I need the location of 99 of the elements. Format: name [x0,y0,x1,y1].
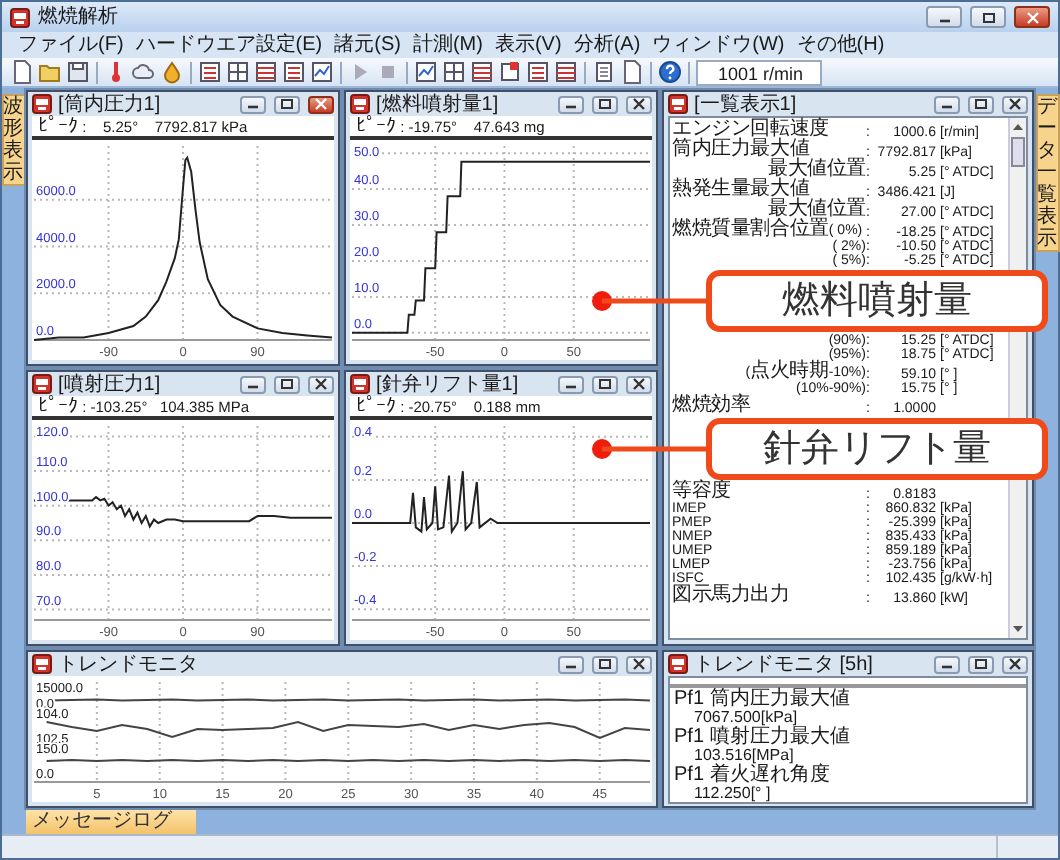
menu-item[interactable]: 表示(V) [494,34,562,56]
close-button[interactable] [1002,95,1028,113]
close-button[interactable] [626,655,652,673]
app-icon [32,94,52,114]
window-title: [一覧表示1] [694,93,799,115]
close-icon [1004,96,1026,112]
minimize-button[interactable] [240,95,266,113]
window-title: [針弁リフト量1] [376,373,521,395]
close-button[interactable] [1002,655,1028,673]
maximize-button[interactable] [592,655,618,673]
menu-item[interactable]: その他(H) [796,34,885,56]
leader-line [592,291,706,311]
minimize-button[interactable] [558,375,584,393]
maximize-button[interactable] [592,375,618,393]
speed-field[interactable]: 1001 r/min [696,59,822,85]
close-icon [310,376,332,392]
flag-icon[interactable] [498,60,522,84]
callout-label: 針弁リフト量 [706,418,1048,480]
window-icon[interactable] [282,60,306,84]
document-icon[interactable] [592,60,616,84]
grid-icon[interactable] [442,60,466,84]
close-icon [1004,656,1026,672]
maximize-icon [276,96,298,112]
close-icon [310,96,332,112]
maximize-icon [594,96,616,112]
maximize-button[interactable] [592,95,618,113]
grid-icon[interactable] [226,60,250,84]
minimize-button[interactable] [558,95,584,113]
window-title: トレンドモニタ [5h] [694,653,875,675]
minimize-button[interactable] [934,655,960,673]
close-icon [1021,9,1043,25]
list-label: 図示馬力出力 [672,586,792,606]
window-icon[interactable] [198,60,222,84]
maximize-icon [594,656,616,672]
table-icon[interactable] [554,60,578,84]
table-icon[interactable] [254,60,278,84]
table-icon[interactable] [470,60,494,84]
maximize-button[interactable] [968,655,994,673]
list-label: 最大値位置 [767,200,866,220]
side-tab[interactable]: データ一覧表示 [1035,94,1059,252]
close-button[interactable] [626,375,652,393]
close-button[interactable] [308,375,334,393]
maximize-button[interactable] [968,95,994,113]
list-label: エンジン回転速度 [672,120,831,140]
window-icon[interactable] [526,60,550,84]
list-label: 筒内圧力最大値 [672,140,810,160]
leader-line [592,439,706,459]
close-button[interactable] [1014,6,1050,28]
maximize-button[interactable] [274,375,300,393]
close-icon [628,656,650,672]
menu-item[interactable]: 計測(M) [412,34,483,56]
cloud-icon[interactable] [132,60,156,84]
list-label: 最大値位置 [767,160,866,180]
window-title: トレンドモニタ [58,653,200,675]
maximize-icon [276,376,298,392]
list-label: 等容度 [672,482,733,502]
close-icon [628,376,650,392]
trend-value: 7067.500[kPa] [692,710,800,726]
maximize-icon [970,96,992,112]
save-icon[interactable] [66,60,90,84]
help-icon[interactable] [658,60,682,84]
trend-label: Pf1 着火遅れ角度 [674,765,832,786]
menu-item[interactable]: ハードウエア設定(E) [135,34,323,56]
maximize-icon [977,9,999,25]
menu-item[interactable]: ウィンドウ(W) [652,34,785,56]
app-icon [350,374,370,394]
trend-value: 103.516[MPa] [692,747,796,764]
app-icon [32,374,52,394]
callout-label: 燃料噴射量 [706,270,1048,332]
minimize-button[interactable] [926,6,962,28]
side-tab[interactable]: 波形表示 [1,94,25,186]
list-label: 熱発生量最大値 [672,180,810,200]
message-log-tab[interactable]: メッセージログ [26,810,196,834]
chart-icon[interactable] [414,60,438,84]
chart-icon[interactable] [310,60,334,84]
close-button[interactable] [308,95,334,113]
trend-label: Pf1 噴射圧力最大値 [674,727,852,748]
maximize-icon [970,656,992,672]
menu-item[interactable]: 諸元(S) [334,34,401,56]
trend-label: Pf1 筒内圧力最大値 [674,690,852,710]
window-title: [噴射圧力1] [58,373,163,395]
maximize-button[interactable] [274,95,300,113]
app-icon [350,94,370,114]
minimize-button[interactable] [240,375,266,393]
window-title: [筒内圧力1] [58,93,163,115]
droplet-icon[interactable] [160,60,184,84]
app-icon [10,7,30,27]
minimize-button[interactable] [934,95,960,113]
list-label: 燃焼効率 [672,396,753,416]
menu-item[interactable]: ファイル(F) [18,34,124,56]
trend-value: 112.250[° ] [692,785,773,803]
window-title: 燃焼解析 [38,6,120,28]
maximize-button[interactable] [970,6,1006,28]
window-title: [燃料噴射量1] [376,93,501,115]
close-button[interactable] [626,95,652,113]
minimize-button[interactable] [558,655,584,673]
close-icon [628,96,650,112]
maximize-icon [594,376,616,392]
menu-item[interactable]: 分析(A) [573,34,641,56]
